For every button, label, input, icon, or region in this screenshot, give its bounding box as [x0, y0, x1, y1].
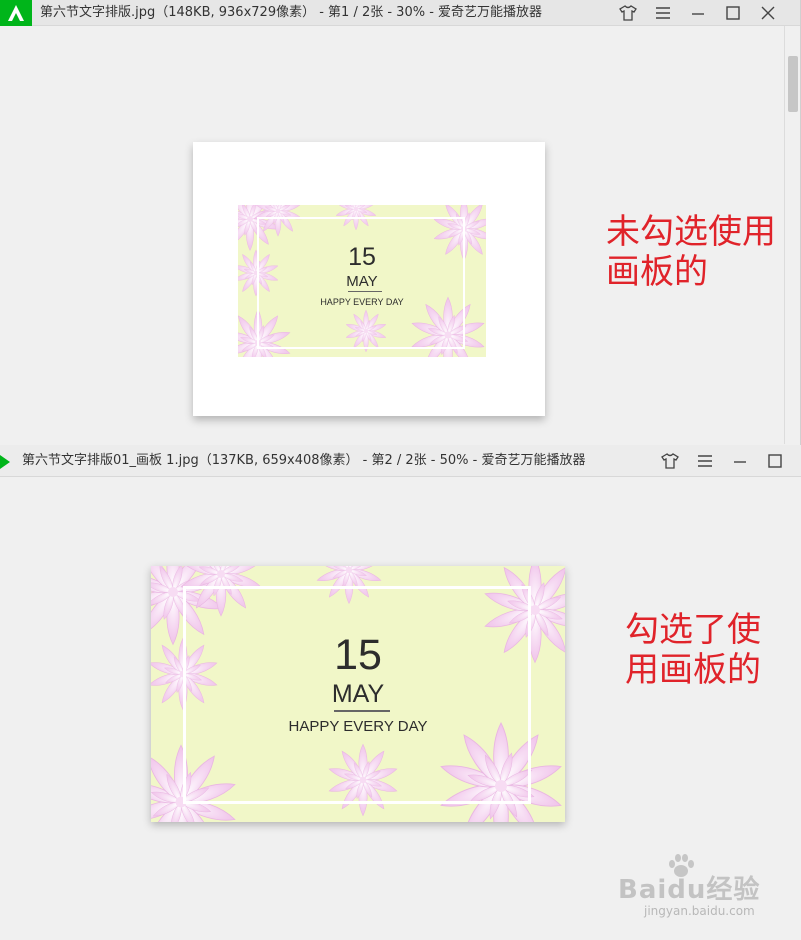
poster-divider: [348, 291, 382, 292]
minimize-icon[interactable]: [688, 3, 708, 23]
annotation-checked-line2: 用画板的: [625, 650, 761, 690]
photoshop-canvas-preview: 15 MAY HAPPY EVERY DAY: [193, 142, 545, 416]
poster-tagline: HAPPY EVERY DAY: [320, 297, 404, 307]
title-bar-1[interactable]: 第六节文字排版.jpg（148KB, 936x729像素） - 第1 / 2张 …: [0, 0, 800, 26]
annotation-unchecked-line1: 未勾选使用: [606, 212, 776, 252]
poster-month: MAY: [331, 680, 385, 708]
hamburger-menu-icon[interactable]: [695, 451, 715, 471]
annotation-unchecked-line2: 画板的: [606, 252, 708, 292]
poster-day: 15: [334, 631, 382, 679]
baidu-jingyan-watermark: Baidu经验 jingyan.baidu.com: [604, 854, 794, 930]
poster-divider: [334, 710, 390, 712]
hamburger-menu-icon[interactable]: [653, 3, 673, 23]
window-title-2: 第六节文字排版01_画板 1.jpg（137KB, 659x408像素） - 第…: [22, 453, 586, 468]
annotation-unchecked: 未勾选使用 画板的: [606, 212, 796, 292]
viewer-window-1: 第六节文字排版.jpg（148KB, 936x729像素） - 第1 / 2张 …: [0, 0, 801, 445]
minimize-icon[interactable]: [730, 451, 750, 471]
annotation-checked: 勾选了使 用画板的: [625, 610, 785, 690]
may-poster-image-2: 15 MAY HAPPY EVERY DAY: [151, 566, 565, 822]
poster-day: 15: [348, 243, 376, 271]
close-icon[interactable]: [758, 3, 778, 23]
watermark-brand: Baidu经验: [618, 875, 761, 905]
tshirt-icon[interactable]: [660, 451, 680, 471]
may-poster-image-1: 15 MAY HAPPY EVERY DAY: [238, 205, 486, 357]
maximize-icon[interactable]: [765, 451, 785, 471]
tshirt-icon[interactable]: [618, 3, 638, 23]
iqiyi-player-icon[interactable]: [0, 0, 32, 26]
poster-month: MAY: [346, 273, 378, 290]
poster-tagline: HAPPY EVERY DAY: [288, 718, 428, 735]
maximize-icon[interactable]: [723, 3, 743, 23]
scrollbar-thumb[interactable]: [788, 56, 798, 112]
watermark-url: jingyan.baidu.com: [644, 904, 755, 918]
title-bar-2[interactable]: 第六节文字排版01_画板 1.jpg（137KB, 659x408像素） - 第…: [0, 445, 801, 477]
iqiyi-player-icon[interactable]: [0, 453, 10, 471]
annotation-checked-line1: 勾选了使: [625, 610, 761, 650]
window-title-1: 第六节文字排版.jpg（148KB, 936x729像素） - 第1 / 2张 …: [40, 5, 543, 20]
